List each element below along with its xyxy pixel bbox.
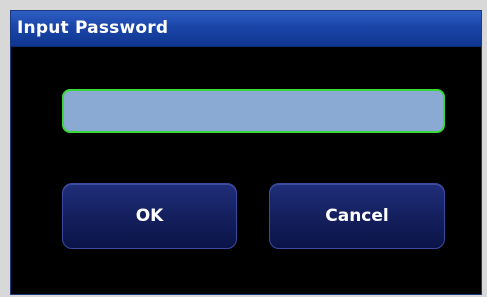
dialog-title: Input Password (17, 18, 169, 38)
cancel-button[interactable]: Cancel (269, 183, 445, 249)
ok-button-label: OK (135, 206, 164, 226)
password-input[interactable] (62, 89, 445, 133)
dialog-title-bar: Input Password (11, 11, 481, 47)
cancel-button-label: Cancel (325, 206, 389, 226)
ok-button[interactable]: OK (62, 183, 237, 249)
password-dialog: Input Password OK Cancel (10, 10, 482, 295)
